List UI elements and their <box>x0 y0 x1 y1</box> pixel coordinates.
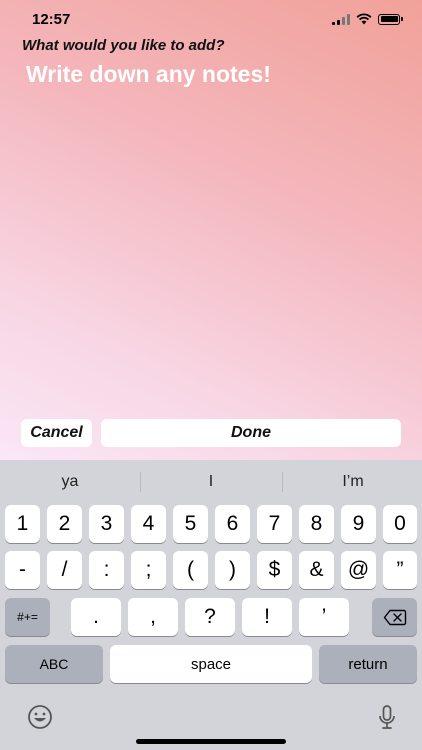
key-symbols-toggle[interactable]: #+= <box>5 598 50 636</box>
keyboard: ya I I’m 1 2 3 4 5 6 7 8 9 0 - / : ; ( )… <box>0 460 422 750</box>
done-button[interactable]: Done <box>101 419 401 447</box>
key-1[interactable]: 1 <box>5 505 40 543</box>
wifi-icon <box>356 13 372 25</box>
key-comma[interactable]: , <box>128 598 178 636</box>
key-0[interactable]: 0 <box>383 505 417 543</box>
key-close-paren[interactable]: ) <box>215 551 250 589</box>
key-6[interactable]: 6 <box>215 505 250 543</box>
cancel-button[interactable]: Cancel <box>21 419 92 447</box>
key-semicolon[interactable]: ; <box>131 551 166 589</box>
key-ampersand[interactable]: & <box>299 551 334 589</box>
microphone-icon[interactable] <box>378 705 396 731</box>
notes-screen: 12:57 What would you like to add? Cancel… <box>0 0 422 460</box>
battery-icon <box>378 13 403 25</box>
key-9[interactable]: 9 <box>341 505 376 543</box>
key-2[interactable]: 2 <box>47 505 82 543</box>
cellular-signal-icon <box>332 13 350 25</box>
key-period[interactable]: . <box>71 598 121 636</box>
prompt-label: What would you like to add? <box>22 37 225 54</box>
suggestion-2[interactable]: I <box>141 460 281 504</box>
key-abc[interactable]: ABC <box>5 645 103 683</box>
key-quote[interactable]: ” <box>383 551 417 589</box>
status-bar: 12:57 <box>0 0 422 40</box>
key-return[interactable]: return <box>319 645 417 683</box>
key-5[interactable]: 5 <box>173 505 208 543</box>
status-time: 12:57 <box>32 11 71 28</box>
key-space[interactable]: space <box>110 645 312 683</box>
key-4[interactable]: 4 <box>131 505 166 543</box>
key-exclamation[interactable]: ! <box>242 598 292 636</box>
notes-input[interactable] <box>26 61 396 88</box>
key-question[interactable]: ? <box>185 598 235 636</box>
key-colon[interactable]: : <box>89 551 124 589</box>
suggestion-bar: ya I I’m <box>0 460 422 504</box>
key-7[interactable]: 7 <box>257 505 292 543</box>
key-open-paren[interactable]: ( <box>173 551 208 589</box>
key-8[interactable]: 8 <box>299 505 334 543</box>
delete-key[interactable] <box>372 598 417 636</box>
home-indicator <box>136 739 286 744</box>
key-slash[interactable]: / <box>47 551 82 589</box>
key-apostrophe[interactable]: ’ <box>299 598 349 636</box>
backspace-icon <box>383 609 406 625</box>
suggestion-1[interactable]: ya <box>0 460 140 504</box>
key-dollar[interactable]: $ <box>257 551 292 589</box>
key-at[interactable]: @ <box>341 551 376 589</box>
status-icons <box>332 13 403 25</box>
suggestion-3[interactable]: I’m <box>283 460 422 504</box>
key-3[interactable]: 3 <box>89 505 124 543</box>
key-hyphen[interactable]: - <box>5 551 40 589</box>
emoji-icon[interactable] <box>27 704 53 730</box>
